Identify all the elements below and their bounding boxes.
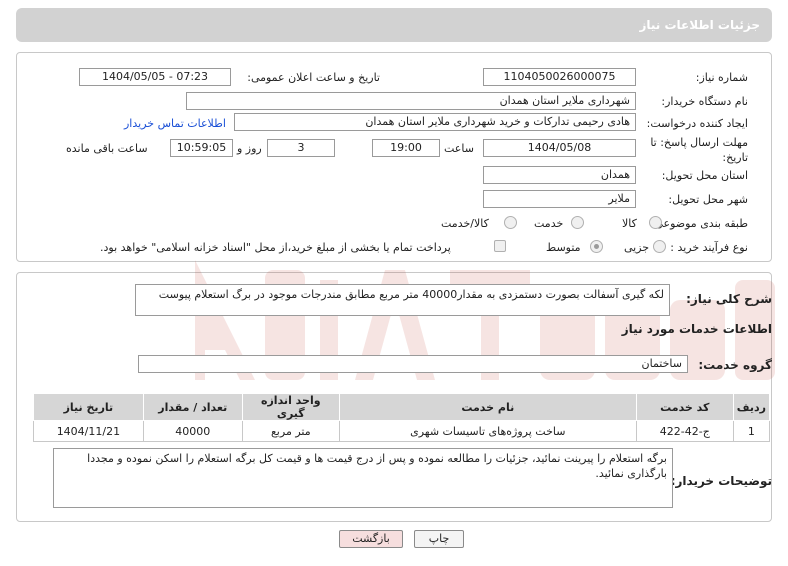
process-partial-radio[interactable] — [653, 240, 666, 253]
process-label: نوع فرآیند خرید : — [670, 241, 748, 254]
deadline-time-field: 19:00 — [372, 139, 440, 157]
buyer-contact-link[interactable]: اطلاعات تماس خریدار — [124, 117, 226, 130]
remaining-time-field: 10:59:05 — [170, 139, 233, 157]
need-number-field: 1104050026000075 — [483, 68, 636, 86]
days-field: 3 — [267, 139, 335, 157]
col-need-date: تاریخ نیاز — [33, 393, 144, 421]
print-button[interactable]: چاپ — [414, 530, 464, 548]
table-row: 1 ج-42-422 ساخت پروژه‌های تاسیسات شهری م… — [33, 420, 771, 442]
back-button[interactable]: بازگشت — [339, 530, 403, 548]
buyer-notes-field: برگه استعلام را پیرینت نمائید، جزئیات را… — [53, 448, 673, 508]
services-table: ردیف کد خدمت نام خدمت واحد اندازه گیری ت… — [33, 393, 771, 442]
remaining-time-label: ساعت باقی مانده — [66, 142, 148, 155]
cell-unit: متر مربع — [241, 420, 340, 442]
buyer-notes-label: توضیحات خریدار: — [670, 474, 772, 488]
service-group-label: گروه خدمت: — [698, 358, 772, 372]
buyer-org-field: شهرداری ملایر استان همدان — [186, 92, 636, 110]
announce-datetime-field: 1404/05/05 - 07:23 — [79, 68, 231, 86]
cell-service-code: ج-42-422 — [635, 420, 734, 442]
page-title: جزئیات اطلاعات نیاز — [639, 18, 760, 32]
col-service-code: کد خدمت — [635, 393, 734, 421]
creator-label: ایجاد کننده درخواست: — [646, 117, 748, 130]
category-goods-radio[interactable] — [649, 216, 662, 229]
col-unit: واحد اندازه گیری — [241, 393, 340, 421]
col-row: ردیف — [732, 393, 771, 421]
days-label: روز و — [237, 142, 262, 155]
treasury-checkbox[interactable] — [494, 240, 506, 252]
deadline-date-field: 1404/05/08 — [483, 139, 636, 157]
category-label: طبقه بندی موضوعی: — [650, 217, 748, 230]
buyer-org-label: نام دستگاه خریدار: — [661, 95, 748, 108]
services-table-header: ردیف کد خدمت نام خدمت واحد اندازه گیری ت… — [33, 393, 771, 421]
page-header: جزئیات اطلاعات نیاز — [16, 8, 772, 42]
need-number-label: شماره نیاز: — [695, 71, 748, 84]
need-summary-label: شرح کلی نیاز: — [686, 292, 772, 306]
service-group-field: ساختمان — [138, 355, 688, 373]
city-field: ملایر — [483, 190, 636, 208]
category-goods-service-label: کالا/خدمت — [441, 217, 489, 230]
cell-row: 1 — [732, 420, 771, 442]
col-service-name: نام خدمت — [338, 393, 637, 421]
deadline-label: مهلت ارسال پاسخ: تا تاریخ: — [650, 136, 748, 164]
category-goods-service-radio[interactable] — [504, 216, 517, 229]
city-label: شهر محل تحویل: — [668, 193, 748, 206]
category-goods-label: کالا — [622, 217, 637, 230]
category-service-radio[interactable] — [571, 216, 584, 229]
process-medium-radio[interactable] — [590, 240, 603, 253]
category-service-label: خدمت — [534, 217, 564, 230]
province-label: استان محل تحویل: — [661, 169, 748, 182]
services-section-title: اطلاعات خدمات مورد نیاز — [621, 322, 772, 336]
announce-datetime-label: تاریخ و ساعت اعلان عمومی: — [247, 71, 380, 84]
cell-quantity: 40000 — [142, 420, 243, 442]
cell-service-name: ساخت پروژه‌های تاسیسات شهری — [338, 420, 637, 442]
process-partial-label: جزیی — [624, 241, 650, 254]
creator-field: هادی رحیمی تدارکات و خرید شهرداری ملایر … — [234, 113, 636, 131]
deadline-time-label: ساعت — [444, 142, 474, 155]
cell-need-date: 1404/11/21 — [33, 420, 144, 442]
treasury-note: پرداخت تمام یا بخشی از مبلغ خرید،از محل … — [100, 241, 451, 254]
process-medium-label: متوسط — [546, 241, 581, 254]
province-field: همدان — [483, 166, 636, 184]
need-summary-field: لکه گیری آسفالت بصورت دستمزدی به مقدار40… — [135, 284, 670, 316]
col-quantity: تعداد / مقدار — [142, 393, 243, 421]
